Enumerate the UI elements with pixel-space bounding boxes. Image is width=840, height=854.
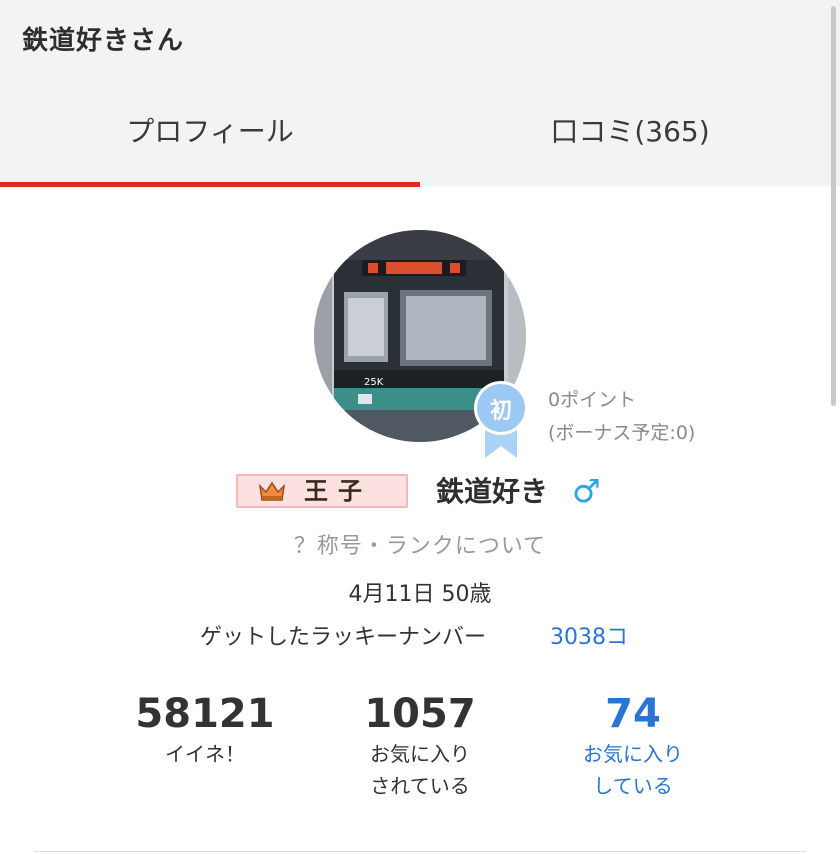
divider xyxy=(34,851,806,852)
lucky-number-label: ゲットしたラッキーナンバー xyxy=(200,625,487,650)
svg-text:25K: 25K xyxy=(364,377,384,388)
username: 鉄道好き xyxy=(436,475,549,508)
likes-label: イイネ！ xyxy=(165,742,245,766)
points-value: 0ポイント xyxy=(548,389,637,411)
favorites-count[interactable]: 74 xyxy=(533,690,733,738)
favorited-by-stat: 1057 お気に入り されている xyxy=(320,690,520,802)
tab-profile[interactable]: プロフィール xyxy=(0,112,420,152)
badge-label: 初 xyxy=(489,399,512,424)
favorites-label[interactable]: お気に入り している xyxy=(533,738,733,802)
scrollbar[interactable] xyxy=(831,6,836,406)
beginner-rank-badge: 初 xyxy=(471,380,531,460)
tab-reviews[interactable]: 口コミ(365) xyxy=(420,112,840,152)
rank-title: 王子 xyxy=(304,477,372,505)
crown-icon xyxy=(258,481,286,501)
rank-info-link[interactable]: ？称号・ランクについて xyxy=(0,528,840,560)
profile-header: 鉄道好きさん プロフィール 口コミ(365) xyxy=(0,0,840,187)
active-tab-indicator xyxy=(0,182,420,187)
male-icon: ♂ xyxy=(572,472,601,510)
favorited-by-count: 1057 xyxy=(364,691,476,737)
favorited-by-label: お気に入り されている xyxy=(370,742,470,798)
likes-stat: 58121 イイネ！ xyxy=(105,690,305,770)
birthday-age: 4月11日 50歳 xyxy=(348,582,492,607)
rank-title-badge: 王子 xyxy=(236,474,408,508)
page-title: 鉄道好きさん xyxy=(22,26,185,56)
points-info: 0ポイント (ボーナス予定:0) xyxy=(548,384,695,450)
likes-count: 58121 xyxy=(135,691,275,737)
bonus-points: (ボーナス予定:0) xyxy=(548,422,696,444)
favorites-stat[interactable]: 74 お気に入り している xyxy=(533,690,733,802)
lucky-number-count[interactable]: 3038コ xyxy=(550,619,628,651)
